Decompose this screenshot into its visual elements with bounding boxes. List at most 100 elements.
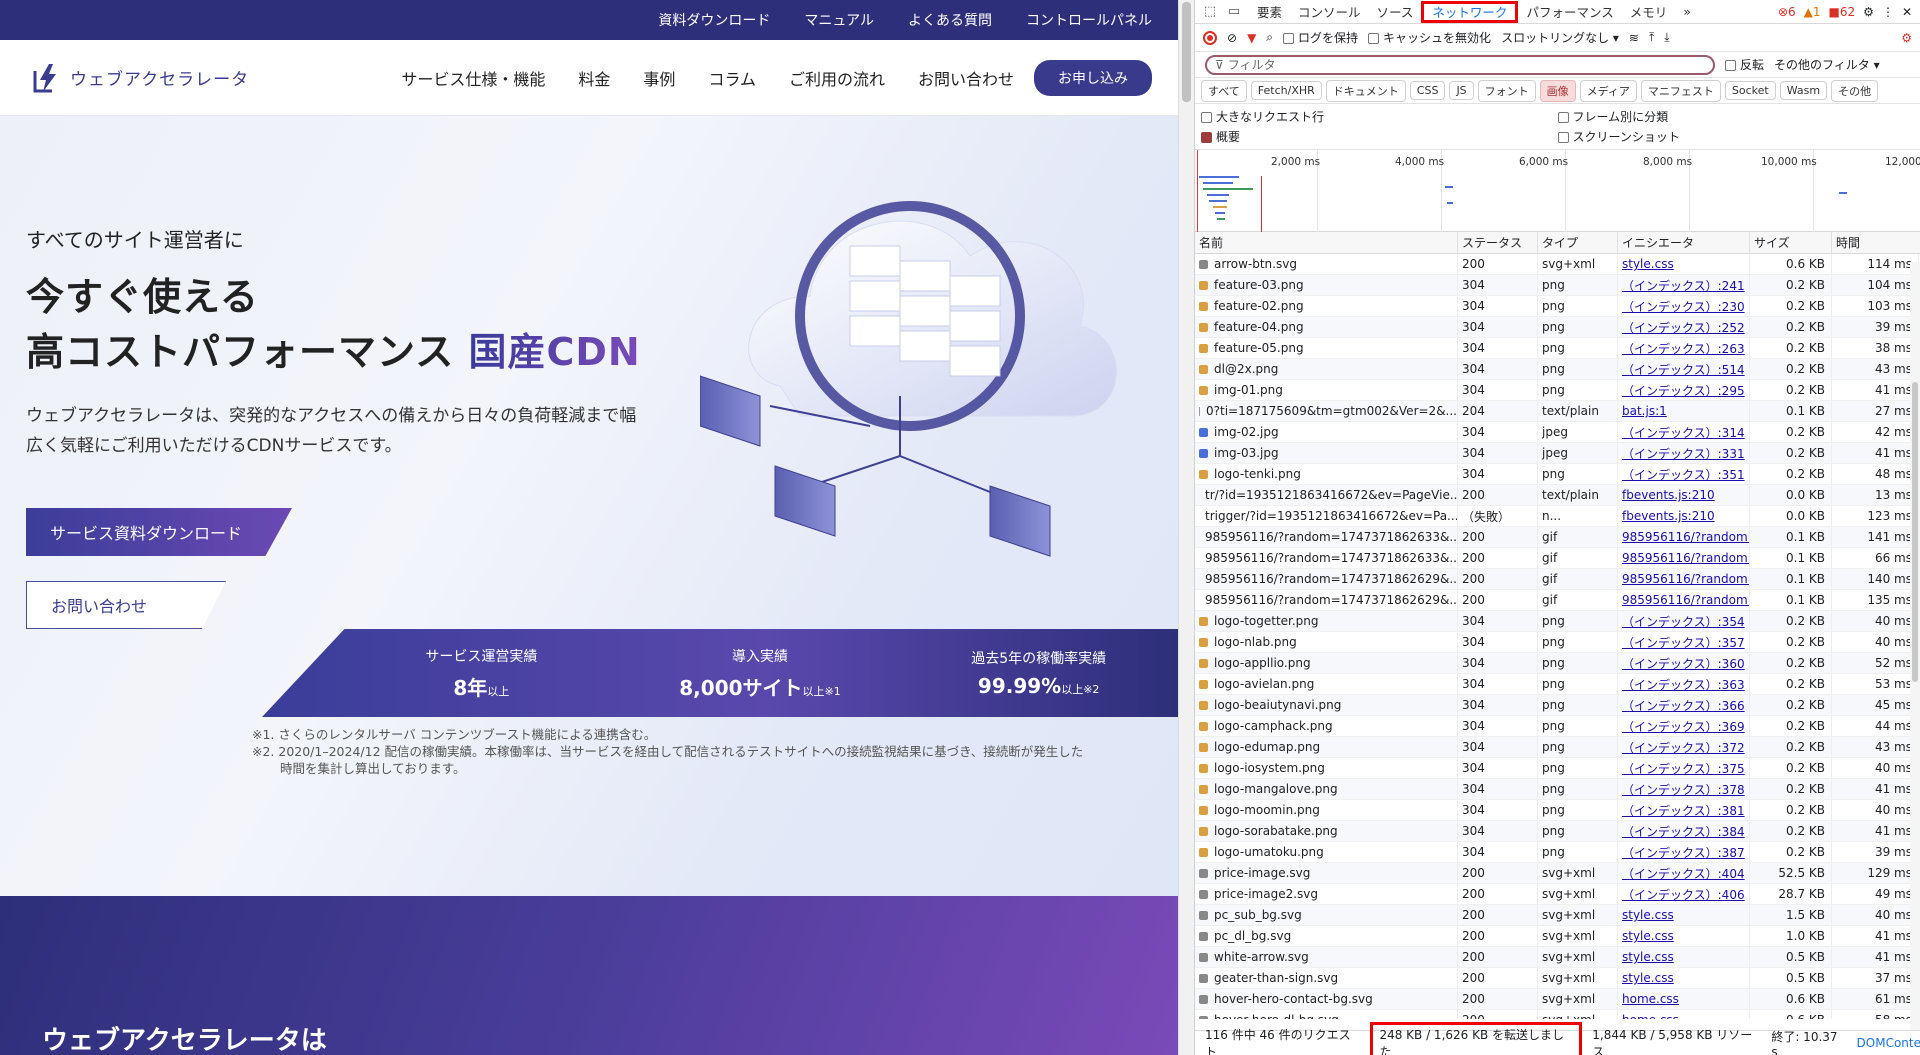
request-row[interactable]: logo-mangalove.png 304 png （インデックス）:378 0.2 …: [1195, 779, 1920, 800]
request-initiator[interactable]: （インデックス）:404: [1618, 863, 1750, 883]
request-initiator-text[interactable]: 985956116/?random=1: [1622, 572, 1749, 586]
request-row[interactable]: price-image.svg 200 svg+xml （インデックス）:404 52.…: [1195, 863, 1920, 884]
request-row[interactable]: logo-camphack.png 304 png （インデックス）:369 0.2 K…: [1195, 716, 1920, 737]
scrollbar-thumb[interactable]: [1182, 2, 1191, 102]
request-initiator-text[interactable]: （インデックス）:375: [1622, 760, 1745, 777]
request-initiator[interactable]: home.css: [1618, 1010, 1750, 1019]
group-by-frame-checkbox[interactable]: フレーム別に分類: [1557, 108, 1915, 125]
tab-sources[interactable]: ソース: [1369, 0, 1422, 24]
request-row[interactable]: 985956116/?random=1747371862629&... 200 gi…: [1195, 569, 1920, 590]
type-socket[interactable]: Socket: [1724, 81, 1776, 100]
throttle-select[interactable]: スロットリングなし ▾: [1501, 29, 1619, 46]
request-initiator-text[interactable]: （インデックス）:404: [1622, 865, 1745, 882]
request-initiator-text[interactable]: home.css: [1622, 1013, 1679, 1019]
request-initiator-text[interactable]: style.css: [1622, 971, 1674, 985]
request-initiator[interactable]: （インデックス）:252: [1618, 317, 1750, 337]
clear-icon[interactable]: ⊘: [1227, 31, 1237, 45]
request-initiator-text[interactable]: （インデックス）:387: [1622, 844, 1745, 861]
request-initiator[interactable]: （インデックス）:406: [1618, 884, 1750, 904]
type-js[interactable]: JS: [1449, 81, 1474, 100]
request-row[interactable]: img-01.png 304 png （インデックス）:295 0.2 KB 41 ms: [1195, 380, 1920, 401]
request-initiator-text[interactable]: （インデックス）:406: [1622, 886, 1745, 903]
request-initiator-text[interactable]: （インデックス）:378: [1622, 781, 1745, 798]
request-initiator-text[interactable]: （インデックス）:372: [1622, 739, 1745, 756]
request-initiator-text[interactable]: bat.js:1: [1622, 404, 1667, 418]
col-type[interactable]: タイプ: [1538, 232, 1618, 253]
request-initiator[interactable]: style.css: [1618, 254, 1750, 274]
request-initiator-text[interactable]: （インデックス）:357: [1622, 634, 1745, 651]
col-initiator[interactable]: イニシエータ: [1618, 232, 1750, 253]
tab-elements[interactable]: 要素: [1249, 0, 1290, 24]
request-initiator-text[interactable]: style.css: [1622, 257, 1674, 271]
type-other[interactable]: その他: [1831, 79, 1879, 102]
export-icon[interactable]: ⤓: [1664, 30, 1669, 45]
request-row[interactable]: feature-02.png 304 png （インデックス）:230 0.2 KB 10…: [1195, 296, 1920, 317]
request-initiator-text[interactable]: fbevents.js:210: [1622, 509, 1715, 523]
request-initiator[interactable]: （インデックス）:263: [1618, 338, 1750, 358]
col-status[interactable]: ステータス: [1458, 232, 1538, 253]
apply-button[interactable]: お申し込み: [1034, 59, 1152, 96]
request-row[interactable]: logo-tenki.png 304 png （インデックス）:351 0.2 KB 48…: [1195, 464, 1920, 485]
type-css[interactable]: CSS: [1409, 81, 1446, 100]
request-row[interactable]: pc_sub_bg.svg 200 svg+xml style.css 1.5 KB 40…: [1195, 905, 1920, 926]
type-font[interactable]: フォント: [1477, 79, 1536, 102]
request-initiator[interactable]: （インデックス）:381: [1618, 800, 1750, 820]
request-initiator-text[interactable]: （インデックス）:363: [1622, 676, 1745, 693]
request-row[interactable]: logo-edumap.png 304 png （インデックス）:372 0.2 KB 4…: [1195, 737, 1920, 758]
request-row[interactable]: pc_dl_bg.svg 200 svg+xml style.css 1.0 KB 41 …: [1195, 926, 1920, 947]
request-initiator[interactable]: （インデックス）:230: [1618, 296, 1750, 316]
request-row[interactable]: logo-sorabatake.png 304 png （インデックス）:384 0.2…: [1195, 821, 1920, 842]
tab-performance[interactable]: パフォーマンス: [1518, 0, 1621, 24]
request-row[interactable]: logo-umatoku.png 304 png （インデックス）:387 0.2 KB…: [1195, 842, 1920, 863]
request-initiator-text[interactable]: style.css: [1622, 950, 1674, 964]
request-row[interactable]: logo-avielan.png 304 png （インデックス）:363 0.2 KB…: [1195, 674, 1920, 695]
request-row[interactable]: 985956116/?random=1747371862633&... 200 gi…: [1195, 527, 1920, 548]
request-initiator[interactable]: （インデックス）:241: [1618, 275, 1750, 295]
inspect-icon[interactable]: ⬚: [1201, 3, 1219, 21]
request-initiator[interactable]: bat.js:1: [1618, 401, 1750, 421]
request-row[interactable]: img-03.jpg 304 jpeg （インデックス）:331 0.2 KB 41 ms: [1195, 443, 1920, 464]
issue-count[interactable]: ■62: [1829, 5, 1856, 19]
request-initiator-text[interactable]: home.css: [1622, 992, 1679, 1006]
request-initiator[interactable]: 985956116/?random=1: [1618, 527, 1750, 547]
request-row[interactable]: geater-than-sign.svg 200 svg+xml style.css 0…: [1195, 968, 1920, 989]
request-initiator-text[interactable]: （インデックス）:263: [1622, 340, 1745, 357]
error-count[interactable]: ⊗6: [1778, 5, 1796, 19]
request-row[interactable]: hover-hero-dl-bg.svg 200 svg+xml home.css 0.…: [1195, 1010, 1920, 1019]
request-initiator[interactable]: （インデックス）:384: [1618, 821, 1750, 841]
network-conditions-icon[interactable]: ≋: [1629, 31, 1639, 45]
request-initiator-text[interactable]: fbevents.js:210: [1622, 488, 1715, 502]
topbar-download[interactable]: 資料ダウンロード: [658, 10, 770, 30]
table-scrollbar[interactable]: [1910, 262, 1920, 1032]
request-row[interactable]: logo-moomin.png 304 png （インデックス）:381 0.2 KB 4…: [1195, 800, 1920, 821]
request-row[interactable]: 0?ti=187175609&tm=gtm002&Ver=2&... 204 tex…: [1195, 401, 1920, 422]
page-scrollbar[interactable]: [1178, 0, 1194, 1055]
request-initiator-text[interactable]: 985956116/?random=1: [1622, 593, 1749, 607]
request-initiator-text[interactable]: （インデックス）:381: [1622, 802, 1745, 819]
request-row[interactable]: hover-hero-contact-bg.svg 200 svg+xml home.…: [1195, 989, 1920, 1010]
request-initiator[interactable]: 985956116/?random=1: [1618, 569, 1750, 589]
request-initiator-text[interactable]: （インデックス）:230: [1622, 298, 1745, 315]
request-initiator-text[interactable]: style.css: [1622, 929, 1674, 943]
preserve-log-checkbox[interactable]: ログを保持: [1283, 29, 1358, 46]
request-initiator-text[interactable]: （インデックス）:366: [1622, 697, 1745, 714]
request-initiator[interactable]: （インデックス）:354: [1618, 611, 1750, 631]
request-initiator-text[interactable]: （インデックス）:241: [1622, 277, 1745, 294]
col-time[interactable]: 時間: [1832, 232, 1919, 253]
request-initiator-text[interactable]: （インデックス）:384: [1622, 823, 1745, 840]
download-button[interactable]: サービス資料ダウンロード: [26, 508, 292, 556]
disable-cache-checkbox[interactable]: キャッシュを無効化: [1368, 29, 1491, 46]
topbar-control-panel[interactable]: コントロールパネル: [1026, 10, 1152, 30]
request-row[interactable]: feature-05.png 304 png （インデックス）:263 0.2 KB 38…: [1195, 338, 1920, 359]
request-initiator[interactable]: （インデックス）:366: [1618, 695, 1750, 715]
type-all[interactable]: すべて: [1201, 79, 1247, 102]
request-initiator-text[interactable]: 985956116/?random=1: [1622, 530, 1749, 544]
status-domcontentloaded[interactable]: DOMConte: [1857, 1036, 1920, 1050]
request-row[interactable]: dl@2x.png 304 png （インデックス）:514 0.2 KB 43 ms: [1195, 359, 1920, 380]
tab-network[interactable]: ネットワーク: [1421, 0, 1519, 23]
request-row[interactable]: img-02.jpg 304 jpeg （インデックス）:314 0.2 KB 42 ms: [1195, 422, 1920, 443]
type-media[interactable]: メディア: [1579, 79, 1637, 102]
big-rows-checkbox[interactable]: 大きなリクエスト行: [1201, 108, 1558, 125]
request-row[interactable]: logo-togetter.png 304 png （インデックス）:354 0.2 K…: [1195, 611, 1920, 632]
type-wasm[interactable]: Wasm: [1779, 81, 1828, 100]
